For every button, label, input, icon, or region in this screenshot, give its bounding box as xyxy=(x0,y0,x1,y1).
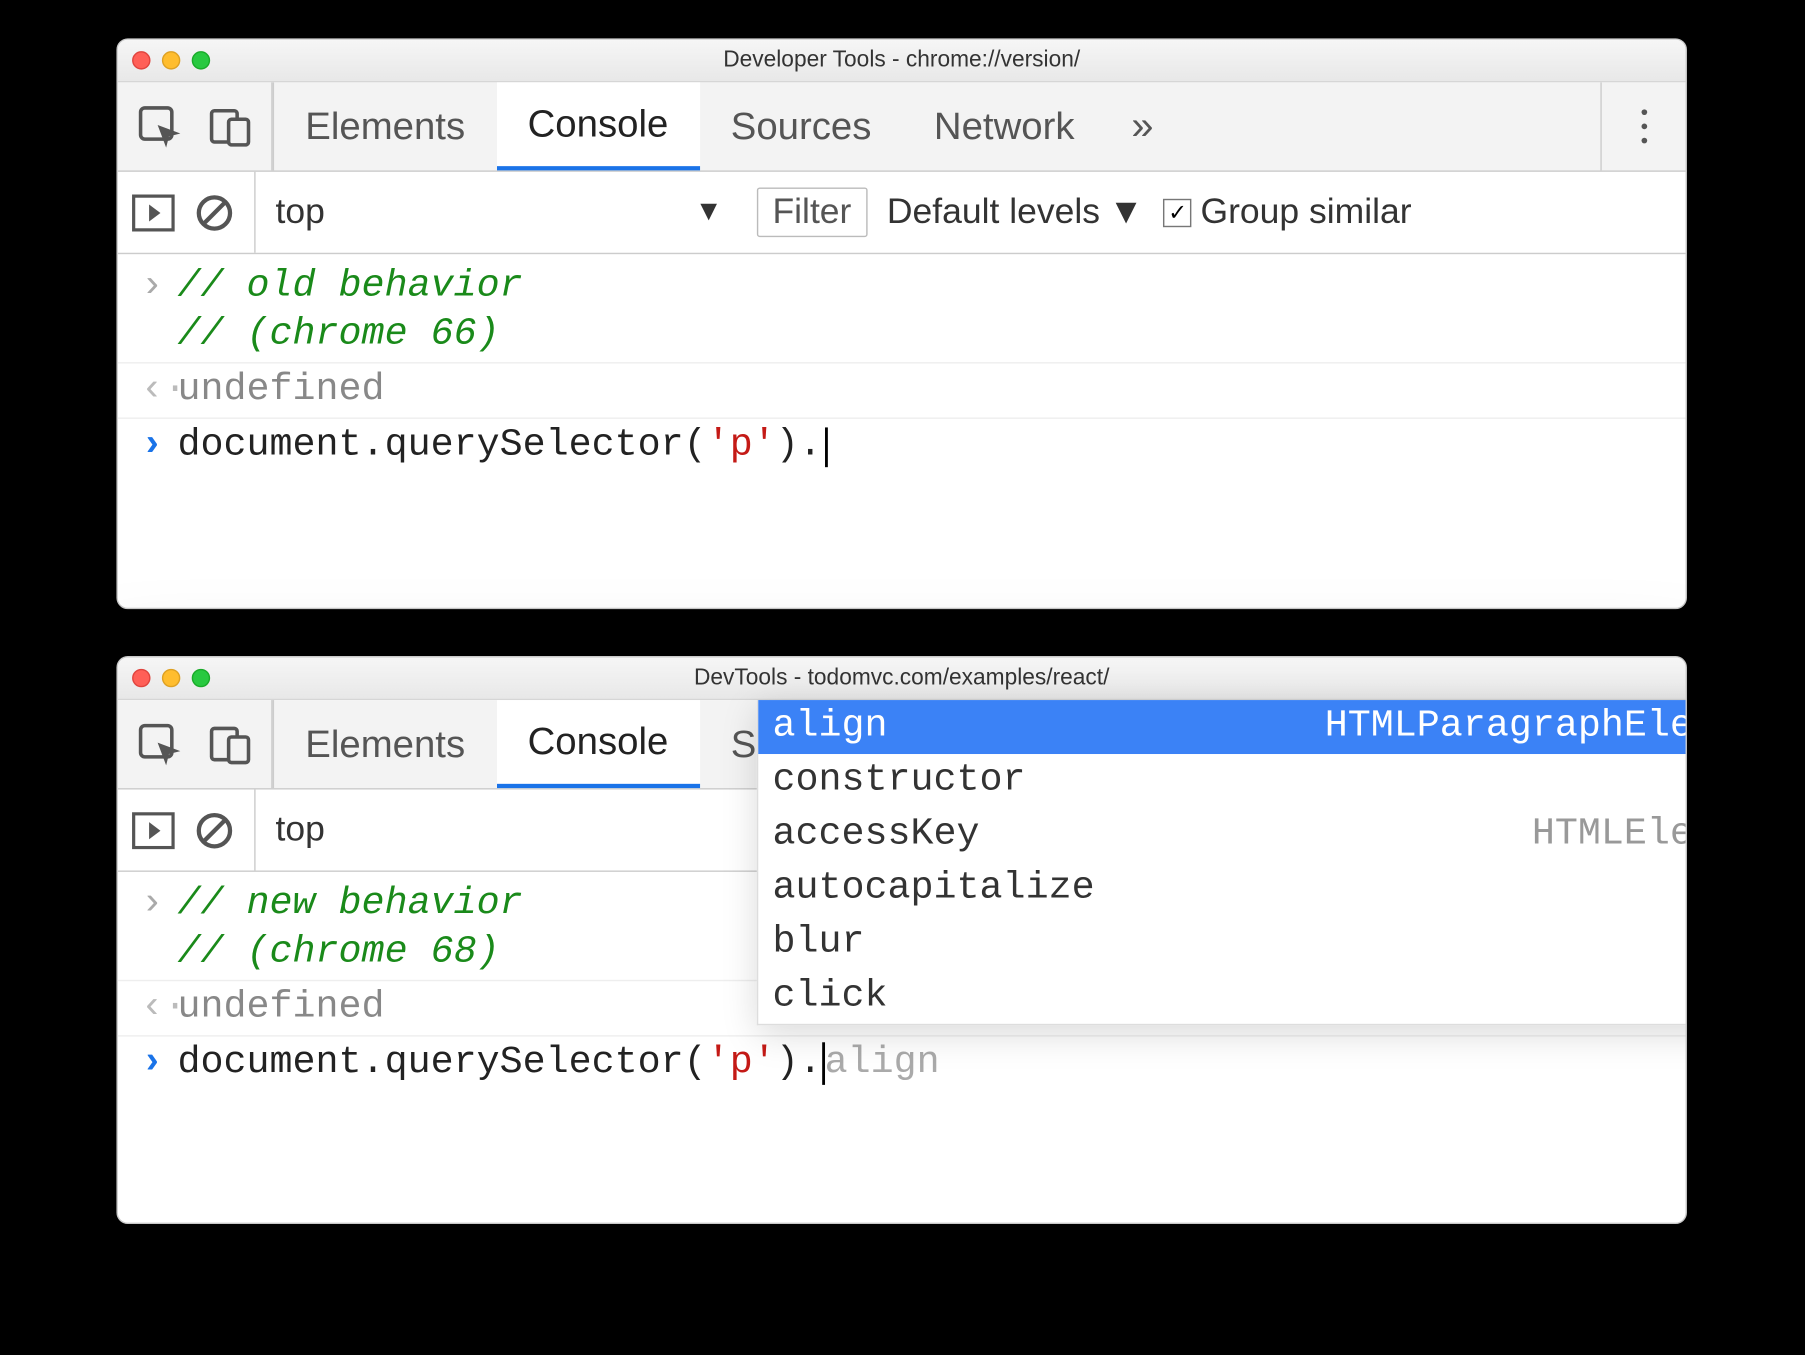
text-cursor xyxy=(825,427,828,467)
input-marker-icon: › xyxy=(141,266,178,309)
autocomplete-item[interactable]: align HTMLParagraphElement xyxy=(758,700,1687,754)
prompt-marker-icon: › xyxy=(141,1042,178,1085)
window-title: Developer Tools - chrome://version/ xyxy=(723,48,1080,74)
input-marker-icon: › xyxy=(141,883,178,926)
tab-elements[interactable]: Elements xyxy=(273,82,497,170)
tab-console[interactable]: Console xyxy=(496,82,699,170)
tab-network[interactable]: Network xyxy=(903,82,1106,170)
autocomplete-label: constructor xyxy=(772,760,1025,803)
console-output: › // old behavior // (chrome 66) ‹· unde… xyxy=(118,254,1686,495)
console-line: › // old behavior xyxy=(118,263,1686,311)
sidebar-toggle-icon[interactable] xyxy=(132,812,175,849)
minimize-icon[interactable] xyxy=(162,669,180,687)
console-line: ‹· undefined xyxy=(118,366,1686,414)
comment-text: // (chrome 68) xyxy=(178,932,500,975)
device-toggle-icon[interactable] xyxy=(209,105,252,148)
context-selector[interactable]: top xyxy=(254,790,737,871)
tab-sources[interactable]: Sources xyxy=(700,82,903,170)
console-prompt[interactable]: › document.querySelector('p'). xyxy=(118,422,1686,470)
minimize-icon[interactable] xyxy=(162,51,180,69)
ghost-completion: align xyxy=(825,1042,940,1085)
window-titlebar[interactable]: Developer Tools - chrome://version/ xyxy=(118,40,1686,83)
panel-tabs: Elements Console Sources Network » xyxy=(118,82,1686,171)
autocomplete-item[interactable]: accessKey HTMLElement xyxy=(758,808,1687,862)
output-marker-icon: ‹· xyxy=(141,369,178,412)
autocomplete-meta: HTMLParagraphElement xyxy=(1325,706,1687,749)
chevron-down-icon: ▼ xyxy=(1109,192,1144,233)
devtools-window-old: Developer Tools - chrome://version/ Elem… xyxy=(116,38,1687,609)
device-toggle-icon[interactable] xyxy=(209,723,252,766)
clear-console-icon[interactable] xyxy=(195,810,235,850)
inspect-element-icon[interactable] xyxy=(138,723,183,766)
autocomplete-item[interactable]: constructor xyxy=(758,754,1687,808)
prompt-input[interactable]: document.querySelector('p'). xyxy=(178,425,828,468)
inspect-tools xyxy=(118,82,273,170)
autocomplete-label: accessKey xyxy=(772,814,979,857)
traffic-lights xyxy=(132,669,210,687)
group-similar-toggle[interactable]: ✓ Group similar xyxy=(1164,192,1412,233)
autocomplete-label: blur xyxy=(772,922,864,965)
log-levels-selector[interactable]: Default levels ▼ xyxy=(887,192,1144,233)
tab-console[interactable]: Console xyxy=(496,700,699,788)
zoom-icon[interactable] xyxy=(192,669,210,687)
window-titlebar[interactable]: DevTools - todomvc.com/examples/react/ xyxy=(118,657,1686,700)
console-toolbar: top ▼ Filter Default levels ▼ ✓ Group si… xyxy=(118,172,1686,254)
prompt-marker-icon: › xyxy=(141,425,178,468)
filter-input[interactable]: Filter xyxy=(757,187,867,237)
autocomplete-popup: align HTMLParagraphElement constructor a… xyxy=(757,700,1687,1025)
comment-text: // (chrome 66) xyxy=(178,314,500,357)
context-label: top xyxy=(275,192,324,233)
zoom-icon[interactable] xyxy=(192,51,210,69)
output-marker-icon: ‹· xyxy=(141,987,178,1030)
comment-text: // new behavior xyxy=(178,883,523,926)
close-icon[interactable] xyxy=(132,669,150,687)
context-label: top xyxy=(275,809,324,850)
tab-elements[interactable]: Elements xyxy=(273,700,497,788)
clear-console-icon[interactable] xyxy=(195,192,235,232)
sidebar-toggle-icon[interactable] xyxy=(132,194,175,231)
context-selector[interactable]: top ▼ xyxy=(254,172,737,253)
autocomplete-item[interactable]: autocapitalize xyxy=(758,862,1687,916)
console-line: // (chrome 66) xyxy=(118,311,1686,359)
inspect-tools xyxy=(118,700,273,788)
undefined-value: undefined xyxy=(178,369,385,412)
tabs-overflow-icon[interactable]: » xyxy=(1106,82,1179,170)
autocomplete-item[interactable]: blur xyxy=(758,916,1687,970)
traffic-lights xyxy=(132,51,210,69)
autocomplete-label: align xyxy=(772,706,887,749)
autocomplete-meta: HTMLElement xyxy=(1532,814,1687,857)
chevron-down-icon: ▼ xyxy=(695,196,723,229)
autocomplete-label: autocapitalize xyxy=(772,868,1094,911)
devtools-window-new: DevTools - todomvc.com/examples/react/ E… xyxy=(116,656,1687,1224)
group-similar-label: Group similar xyxy=(1200,192,1411,233)
autocomplete-item[interactable]: click xyxy=(758,970,1687,1024)
checkbox-checked-icon[interactable]: ✓ xyxy=(1164,198,1192,226)
inspect-element-icon[interactable] xyxy=(138,105,183,148)
autocomplete-label: click xyxy=(772,976,887,1019)
console-prompt[interactable]: › document.querySelector('p').align xyxy=(118,1039,1686,1087)
kebab-menu-icon[interactable] xyxy=(1600,82,1685,170)
prompt-input[interactable]: document.querySelector('p').align xyxy=(178,1042,940,1085)
close-icon[interactable] xyxy=(132,51,150,69)
window-title: DevTools - todomvc.com/examples/react/ xyxy=(694,665,1109,691)
comment-text: // old behavior xyxy=(178,266,523,309)
levels-label: Default levels xyxy=(887,192,1100,233)
undefined-value: undefined xyxy=(178,987,385,1030)
